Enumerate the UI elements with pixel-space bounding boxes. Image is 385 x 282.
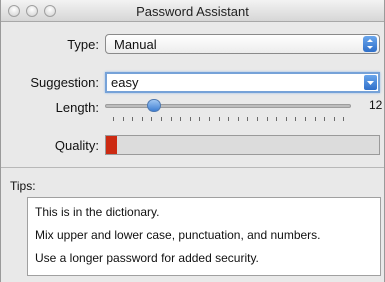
slider-tick: [237, 117, 239, 121]
tips-box: This is in the dictionary. Mix upper and…: [27, 197, 381, 276]
slider-tick: [314, 117, 316, 121]
slider-tick: [189, 117, 191, 121]
quality-meter-fill: [106, 136, 117, 154]
length-slider-track[interactable]: [105, 104, 351, 108]
slider-tick: [209, 117, 210, 121]
slider-tick: [180, 117, 182, 121]
slider-tick: [257, 117, 258, 121]
slider-tick: [199, 117, 201, 121]
slider-tick: [343, 117, 345, 121]
popup-arrows-icon: [363, 36, 377, 52]
slider-tick: [122, 117, 124, 121]
suggestion-combobox[interactable]: easy: [105, 72, 380, 93]
slider-tick: [228, 117, 230, 121]
slider-tick: [170, 117, 172, 121]
slider-tick: [295, 117, 297, 121]
window-title: Password Assistant: [136, 4, 249, 19]
slider-tick: [161, 117, 162, 121]
slider-tick: [218, 117, 220, 121]
slider-tick: [132, 117, 134, 121]
suggestion-value: easy: [111, 75, 139, 90]
tip-line: Use a longer password for added security…: [35, 251, 259, 265]
length-label: Length:: [55, 100, 99, 115]
quality-label: Quality:: [54, 138, 99, 153]
length-slider-ticks: [113, 117, 353, 122]
slider-tick: [266, 117, 268, 121]
slider-tick: [113, 117, 114, 121]
suggestion-dropdown-icon[interactable]: [364, 75, 377, 90]
slider-tick: [285, 117, 287, 121]
tip-line: Mix upper and lower case, punctuation, a…: [35, 228, 321, 242]
type-label: Type:: [67, 37, 99, 52]
type-value: Manual: [114, 37, 157, 52]
slider-tick: [151, 117, 153, 121]
title-bar: Password Assistant: [1, 0, 384, 22]
quality-meter: [105, 135, 380, 155]
tip-line: This is in the dictionary.: [35, 205, 160, 219]
slider-tick: [276, 117, 278, 121]
suggestion-label: Suggestion:: [30, 75, 99, 90]
slider-tick: [305, 117, 306, 121]
slider-thumb[interactable]: [147, 99, 162, 112]
type-popup[interactable]: Manual: [105, 34, 380, 54]
slider-tick: [141, 117, 143, 121]
length-max-value: 12: [369, 98, 383, 112]
slider-tick: [324, 117, 326, 121]
slider-tick: [247, 117, 249, 121]
slider-tick: [333, 117, 335, 121]
password-assistant-window: Password Assistant Type: Manual Suggesti…: [0, 0, 385, 282]
divider: [1, 167, 384, 168]
tips-label: Tips:: [10, 179, 36, 193]
